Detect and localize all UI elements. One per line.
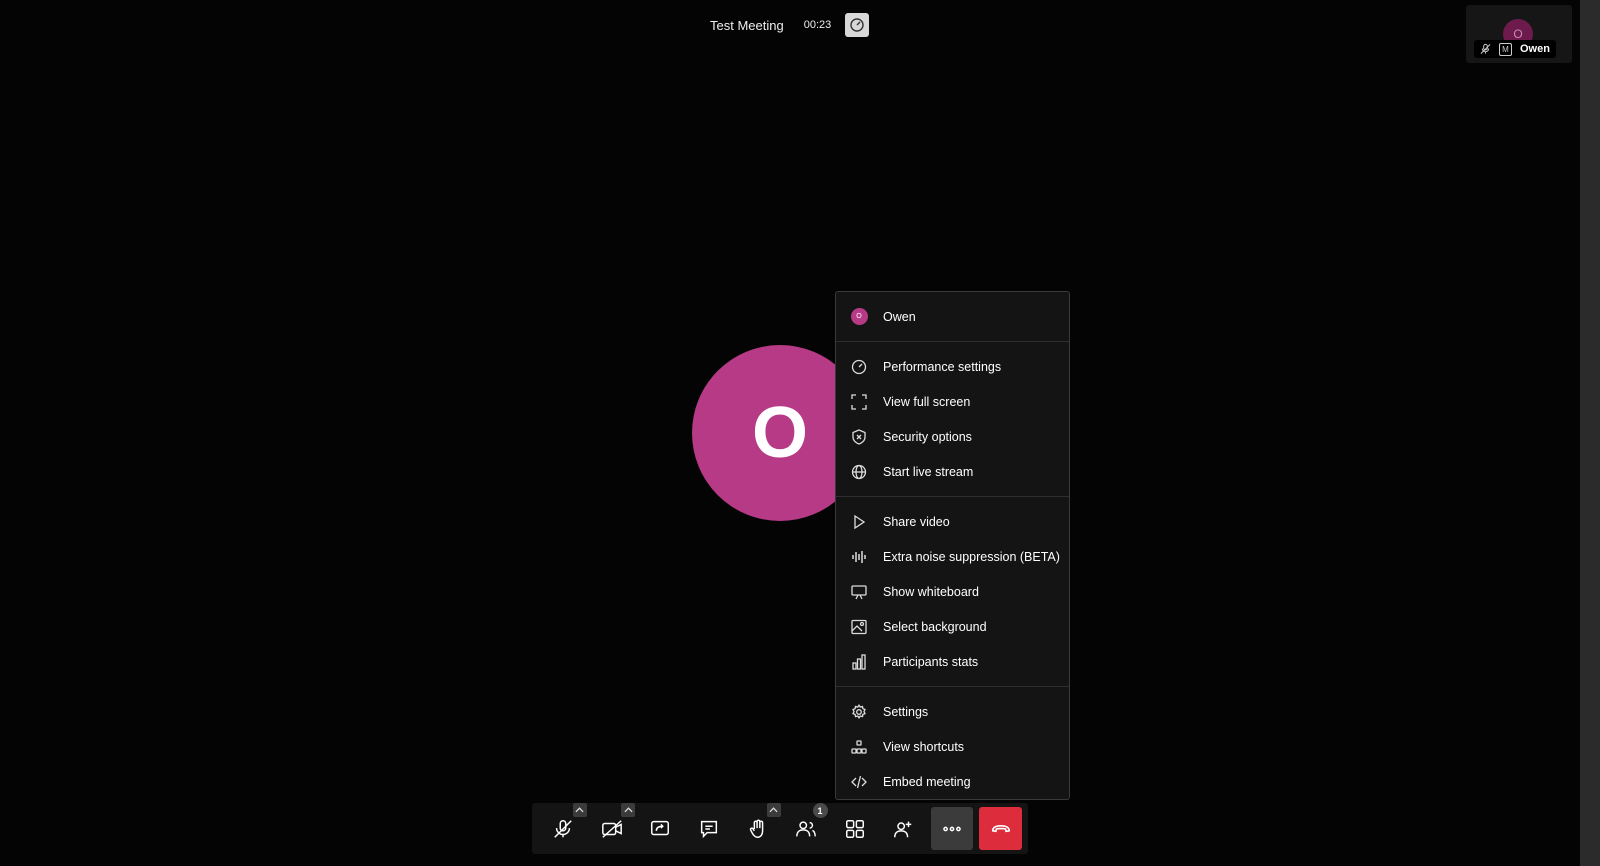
moderator-badge: M bbox=[1499, 42, 1512, 56]
meeting-timer: 00:23 bbox=[803, 19, 832, 31]
menu-item-label: Share video bbox=[883, 514, 950, 529]
menu-item-label: Show whiteboard bbox=[883, 584, 979, 599]
tile-view-button[interactable] bbox=[834, 807, 877, 850]
more-actions-menu: O Owen Performance settings View full sc… bbox=[835, 291, 1070, 800]
menu-item-embed-meeting[interactable]: Embed meeting bbox=[836, 764, 1069, 799]
menu-item-label: Embed meeting bbox=[883, 774, 971, 789]
image-icon bbox=[850, 618, 868, 636]
screen-share-icon bbox=[649, 818, 671, 840]
play-icon bbox=[850, 513, 868, 531]
menu-item-profile[interactable]: O Owen bbox=[836, 299, 1069, 334]
menu-item-view-shortcuts[interactable]: View shortcuts bbox=[836, 729, 1069, 764]
menu-item-start-live-stream[interactable]: Start live stream bbox=[836, 454, 1069, 489]
more-dots-icon bbox=[941, 818, 963, 840]
code-icon bbox=[850, 773, 868, 791]
invite-people-button[interactable] bbox=[882, 807, 925, 850]
screen-share-button[interactable] bbox=[639, 807, 682, 850]
filmstrip-tile[interactable]: O M Owen bbox=[1466, 5, 1572, 63]
menu-item-label: Select background bbox=[883, 619, 987, 634]
menu-item-select-background[interactable]: Select background bbox=[836, 609, 1069, 644]
camera-off-icon bbox=[601, 818, 623, 840]
mic-muted-icon bbox=[552, 818, 574, 840]
shield-icon bbox=[850, 428, 868, 446]
gear-icon bbox=[850, 703, 868, 721]
menu-item-label: Participants stats bbox=[883, 654, 979, 669]
filmstrip-name: Owen bbox=[1520, 43, 1550, 55]
camera-button[interactable] bbox=[591, 803, 636, 850]
menu-item-security-options[interactable]: Security options bbox=[836, 419, 1069, 454]
filmstrip-status-bar: M Owen bbox=[1474, 40, 1556, 58]
participants-button[interactable]: 1 bbox=[785, 803, 828, 850]
menu-user-section: O Owen bbox=[836, 292, 1069, 342]
menu-item-label: Security options bbox=[883, 429, 972, 444]
menu-section-3: Settings View shortcuts Embed meeting bbox=[836, 687, 1069, 806]
performance-indicator-button[interactable] bbox=[845, 13, 870, 37]
microphone-button[interactable] bbox=[542, 803, 587, 850]
menu-item-noise-suppression[interactable]: Extra noise suppression (BETA) bbox=[836, 539, 1069, 574]
chat-icon bbox=[698, 818, 720, 840]
menu-item-performance-settings[interactable]: Performance settings bbox=[836, 349, 1069, 384]
menu-item-label: Settings bbox=[883, 704, 929, 719]
menu-item-share-video[interactable]: Share video bbox=[836, 504, 1069, 539]
meeting-toolbar: 1 bbox=[532, 803, 1028, 854]
more-actions-button[interactable] bbox=[930, 807, 974, 850]
add-user-icon bbox=[892, 818, 914, 840]
menu-item-label: Owen bbox=[883, 309, 916, 324]
bar-chart-icon bbox=[850, 653, 868, 671]
video-options-chevron-icon[interactable] bbox=[621, 803, 636, 817]
menu-item-label: View shortcuts bbox=[883, 739, 965, 754]
menu-item-label: Start live stream bbox=[883, 464, 974, 479]
menu-item-label: Extra noise suppression (BETA) bbox=[883, 549, 1060, 564]
shortcuts-icon bbox=[850, 738, 868, 756]
hangup-phone-icon bbox=[990, 818, 1012, 840]
grid-icon bbox=[844, 818, 866, 840]
participants-count-badge: 1 bbox=[812, 803, 828, 818]
menu-item-label: Performance settings bbox=[883, 359, 1002, 374]
menu-section-2: Share video Extra noise suppression (BET… bbox=[836, 497, 1069, 687]
menu-section-1: Performance settings View full screen Se… bbox=[836, 342, 1069, 497]
hand-icon bbox=[747, 818, 769, 840]
hangup-button[interactable] bbox=[979, 807, 1022, 850]
reactions-chevron-icon[interactable] bbox=[766, 803, 781, 817]
menu-item-view-full-screen[interactable]: View full screen bbox=[836, 384, 1069, 419]
audio-options-chevron-icon[interactable] bbox=[572, 803, 587, 817]
user-avatar: O bbox=[850, 308, 868, 325]
gauge-icon bbox=[850, 358, 868, 376]
menu-item-show-whiteboard[interactable]: Show whiteboard bbox=[836, 574, 1069, 609]
fullscreen-icon bbox=[850, 393, 868, 411]
meeting-title: Test Meeting bbox=[710, 17, 784, 33]
gauge-icon bbox=[849, 17, 865, 33]
meeting-header: Test Meeting 00:23 bbox=[697, 12, 870, 38]
raise-hand-button[interactable] bbox=[736, 803, 781, 850]
chat-button[interactable] bbox=[688, 807, 731, 850]
page-scrollbar[interactable] bbox=[1580, 0, 1600, 866]
globe-icon bbox=[850, 463, 868, 481]
whiteboard-icon bbox=[850, 583, 868, 601]
audio-wave-icon bbox=[850, 548, 868, 566]
menu-item-settings[interactable]: Settings bbox=[836, 694, 1069, 729]
menu-item-participants-stats[interactable]: Participants stats bbox=[836, 644, 1069, 679]
participants-icon bbox=[795, 818, 817, 840]
menu-item-label: View full screen bbox=[883, 394, 971, 409]
mic-muted-icon bbox=[1480, 43, 1491, 55]
